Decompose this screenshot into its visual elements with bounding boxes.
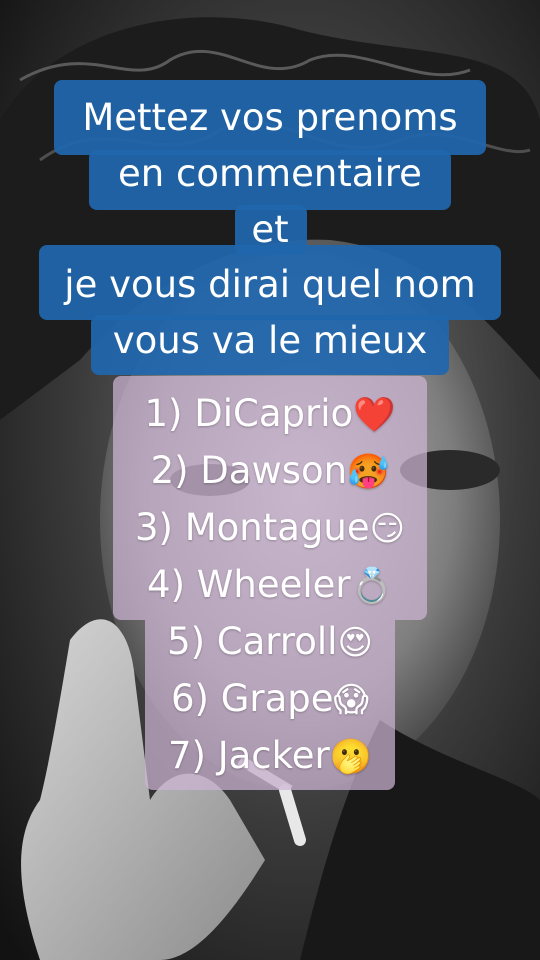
caption-line-5: vous va le mieux <box>112 319 428 362</box>
caption-line-4: je vous dirai quel nom <box>64 263 476 306</box>
list-item: 3) Montague😏 <box>0 503 540 554</box>
list-item: 6) Grape😱 <box>0 674 540 725</box>
list-item-text: 5) Carroll <box>167 620 338 663</box>
ring-icon: 💍 <box>350 566 393 606</box>
list-item: 1) DiCaprio❤️ <box>0 389 540 440</box>
list-item-text: 3) Montague <box>134 506 370 549</box>
caption-line-3: et <box>251 208 289 251</box>
smirk-face-icon: 😏 <box>369 509 406 549</box>
caption-line-1: Mettez vos prenoms <box>82 96 458 139</box>
list-item-text: 1) DiCaprio <box>144 392 354 435</box>
hot-face-icon: 🥵 <box>347 452 390 492</box>
screaming-face-icon: 😱 <box>333 680 369 720</box>
list-item: 5) Carroll😍 <box>0 617 540 668</box>
hand-over-mouth-icon: 🫢 <box>329 737 373 777</box>
caption-line-2: en commentaire <box>118 152 422 195</box>
list-item: 7) Jacker🫢 <box>0 731 540 782</box>
heart-icon: ❤️ <box>353 395 396 435</box>
list-item: 2) Dawson🥵 <box>0 446 540 497</box>
list-item-text: 4) Wheeler <box>147 563 351 606</box>
list-item: 4) Wheeler💍 <box>0 560 540 611</box>
list-item-text: 2) Dawson <box>150 449 348 492</box>
list-item-text: 6) Grape <box>171 677 334 720</box>
heart-eyes-icon: 😍 <box>337 623 373 663</box>
list-item-text: 7) Jacker <box>167 734 330 777</box>
